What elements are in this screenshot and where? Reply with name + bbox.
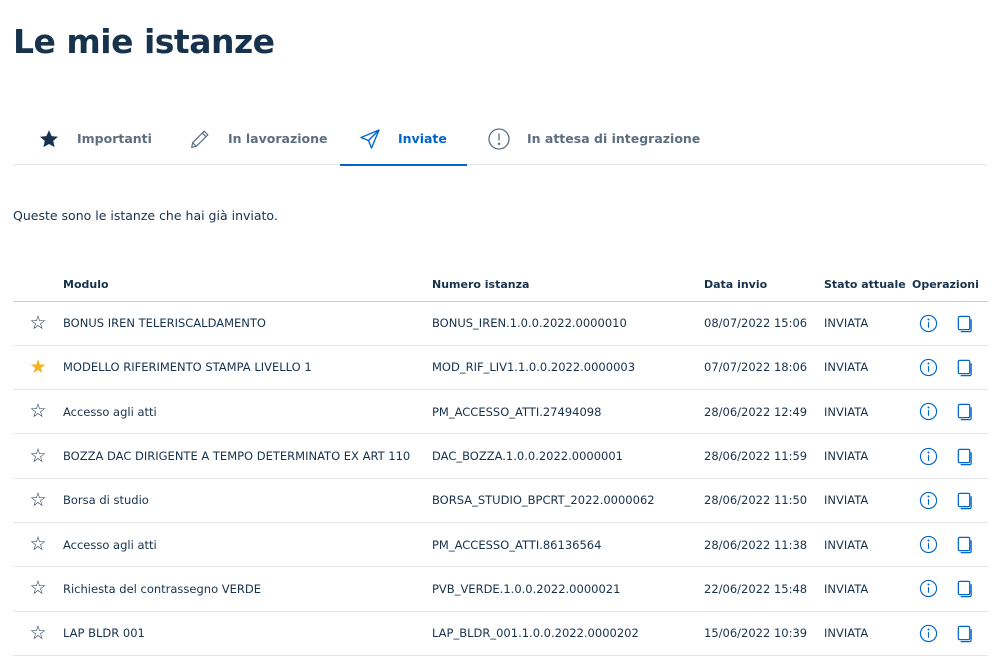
info-icon[interactable]	[918, 535, 938, 555]
table-row: ☆ Borsa di studio BORSA_STUDIO_BPCRT_202…	[13, 478, 988, 523]
cell-stato-attuale: INVIATA	[824, 389, 912, 435]
cell-numero-istanza: LAP_BLDR_001.1.0.0.2022.0000202	[432, 611, 704, 656]
pencil-icon	[188, 127, 212, 151]
table-row: ☆ Richiesta del contrassegno VERDE PVB_V…	[13, 566, 988, 612]
cell-stato-attuale: INVIATA	[824, 345, 912, 391]
paper-plane-icon	[358, 127, 382, 151]
copy-icon[interactable]	[954, 623, 974, 643]
table-row: ☆ BONUS IREN TELERISCALDAMENTO BONUS_IRE…	[13, 301, 988, 346]
exclamation-circle-icon	[487, 127, 511, 151]
table-row: ☆ Accesso agli atti PM_ACCESSO_ATTI.8613…	[13, 522, 988, 568]
info-icon[interactable]	[918, 490, 938, 510]
star-outline-icon[interactable]: ☆	[29, 623, 46, 643]
copy-icon[interactable]	[954, 579, 974, 599]
tab-importanti[interactable]: Importanti	[37, 112, 152, 165]
operations	[912, 446, 988, 466]
cell-data-invio: 28/06/2022 11:38	[704, 522, 824, 568]
cell-data-invio: 07/07/2022 18:06	[704, 345, 824, 391]
table-row: ☆ Accesso agli atti PM_ACCESSO_ATTI.2749…	[13, 389, 988, 435]
copy-icon[interactable]	[954, 357, 974, 377]
cell-stato-attuale: INVIATA	[824, 301, 912, 346]
operations	[912, 623, 988, 643]
tab-in-lavorazione[interactable]: In lavorazione	[188, 112, 327, 165]
cell-numero-istanza: BORSA_STUDIO_BPCRT_2022.0000062	[432, 478, 704, 523]
info-icon[interactable]	[918, 357, 938, 377]
info-icon[interactable]	[918, 579, 938, 599]
cell-modulo: BOZZA DAC DIRIGENTE A TEMPO DETERMINATO …	[63, 433, 432, 479]
cell-data-invio: 28/06/2022 11:50	[704, 478, 824, 523]
header-numero-istanza: Numero istanza	[432, 268, 704, 302]
cell-modulo: LAP BLDR 001	[63, 611, 432, 656]
cell-modulo: Borsa di studio	[63, 478, 432, 523]
star-outline-icon[interactable]: ☆	[29, 535, 46, 554]
cell-data-invio: 28/06/2022 12:49	[704, 389, 824, 435]
header-operazioni: Operazioni	[912, 268, 988, 302]
star-outline-icon[interactable]: ☆	[29, 313, 46, 333]
cell-stato-attuale: INVIATA	[824, 433, 912, 479]
copy-icon[interactable]	[954, 313, 974, 333]
tab-label: Importanti	[77, 131, 152, 146]
star-outline-icon[interactable]: ☆	[29, 446, 46, 466]
cell-modulo: Accesso agli atti	[63, 522, 432, 568]
cell-modulo: Richiesta del contrassegno VERDE	[63, 566, 432, 612]
operations	[912, 579, 988, 599]
cell-numero-istanza: DAC_BOZZA.1.0.0.2022.0000001	[432, 433, 704, 479]
star-outline-icon[interactable]: ☆	[29, 490, 46, 510]
cell-data-invio: 28/06/2022 11:59	[704, 433, 824, 479]
info-icon[interactable]	[918, 313, 938, 333]
header-data-invio: Data invio	[704, 268, 824, 302]
tab-label: In lavorazione	[228, 131, 328, 146]
cell-numero-istanza: PM_ACCESSO_ATTI.86136564	[432, 522, 704, 568]
operations	[912, 490, 988, 510]
submissions-table: Modulo Numero istanza Data invio Stato a…	[13, 268, 988, 656]
cell-modulo: BONUS IREN TELERISCALDAMENTO	[63, 301, 432, 346]
copy-icon[interactable]	[954, 490, 974, 510]
intro-text: Queste sono le istanze che hai già invia…	[13, 208, 278, 223]
cell-numero-istanza: PM_ACCESSO_ATTI.27494098	[432, 389, 704, 435]
operations	[912, 402, 988, 422]
info-icon[interactable]	[918, 446, 938, 466]
tab-bar: Importanti In lavorazione Inviate In att…	[13, 112, 987, 166]
cell-modulo: Accesso agli atti	[63, 389, 432, 435]
tab-inviate[interactable]: Inviate	[340, 112, 467, 166]
cell-stato-attuale: INVIATA	[824, 566, 912, 612]
page-title: Le mie istanze	[13, 22, 275, 61]
table-row: ☆ LAP BLDR 001 LAP_BLDR_001.1.0.0.2022.0…	[13, 611, 988, 656]
cell-data-invio: 22/06/2022 15:48	[704, 566, 824, 612]
cell-numero-istanza: BONUS_IREN.1.0.0.2022.0000010	[432, 301, 704, 346]
copy-icon[interactable]	[954, 402, 974, 422]
header-modulo: Modulo	[63, 268, 432, 302]
operations	[912, 313, 988, 333]
info-icon[interactable]	[918, 623, 938, 643]
cell-numero-istanza: MOD_RIF_LIV1.1.0.0.2022.0000003	[432, 345, 704, 391]
table-row: ☆ BOZZA DAC DIRIGENTE A TEMPO DETERMINAT…	[13, 433, 988, 479]
star-filled-icon[interactable]: ★	[29, 357, 46, 377]
tab-in-attesa-di-integrazione[interactable]: In attesa di integrazione	[487, 112, 700, 165]
cell-numero-istanza: PVB_VERDE.1.0.0.2022.0000021	[432, 566, 704, 612]
cell-data-invio: 08/07/2022 15:06	[704, 301, 824, 346]
operations	[912, 357, 988, 377]
tab-label: Inviate	[398, 131, 447, 146]
tab-label: In attesa di integrazione	[527, 131, 701, 146]
cell-stato-attuale: INVIATA	[824, 478, 912, 523]
cell-stato-attuale: INVIATA	[824, 611, 912, 656]
copy-icon[interactable]	[954, 535, 974, 555]
star-icon	[37, 127, 61, 151]
operations	[912, 535, 988, 555]
star-outline-icon[interactable]: ☆	[29, 402, 46, 421]
info-icon[interactable]	[918, 402, 938, 422]
cell-stato-attuale: INVIATA	[824, 522, 912, 568]
cell-data-invio: 15/06/2022 10:39	[704, 611, 824, 656]
copy-icon[interactable]	[954, 446, 974, 466]
cell-modulo: MODELLO RIFERIMENTO STAMPA LIVELLO 1	[63, 345, 432, 391]
table-row: ★ MODELLO RIFERIMENTO STAMPA LIVELLO 1 M…	[13, 345, 988, 391]
header-star	[13, 268, 63, 302]
header-stato-attuale: Stato attuale	[824, 268, 912, 302]
table-header-row: Modulo Numero istanza Data invio Stato a…	[13, 268, 988, 302]
star-outline-icon[interactable]: ☆	[29, 579, 46, 598]
